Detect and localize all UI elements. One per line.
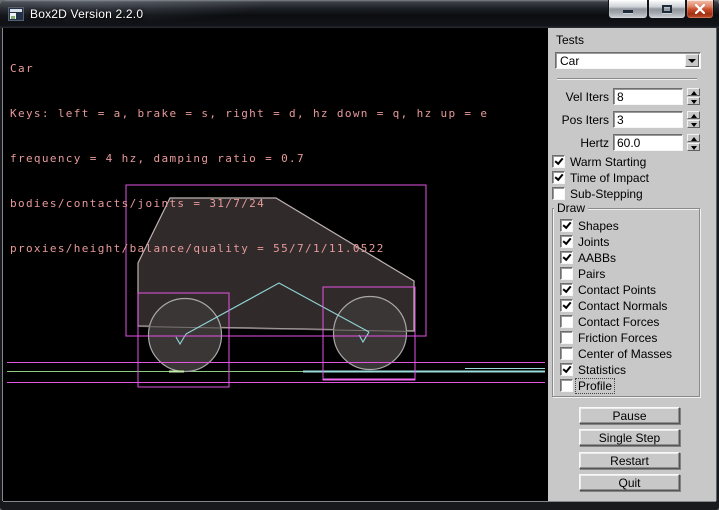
tests-dropdown[interactable]: Car (555, 52, 701, 69)
app-icon-titlebar (10, 9, 22, 12)
pos-iters-spinner-up[interactable] (687, 111, 700, 119)
checkbox-contact-forces[interactable]: Contact Forces (548, 315, 716, 329)
client-area: Car Keys: left = a, brake = s, right = d… (3, 28, 716, 501)
checkbox-box[interactable] (560, 267, 573, 280)
checkbox-box[interactable] (560, 347, 573, 360)
vel-iters-spinner (687, 88, 700, 105)
checkbox-label: Profile (576, 379, 614, 393)
quit-button[interactable]: Quit (579, 474, 680, 491)
pos-iters-label: Pos Iters (548, 113, 609, 127)
hertz-spinner (687, 134, 700, 151)
checkbox-label: Statistics (578, 363, 626, 377)
pos-iters-spinner (687, 111, 700, 128)
checkbox-box[interactable] (560, 363, 573, 376)
checkbox-box[interactable] (560, 379, 573, 392)
pos-iters-input[interactable] (613, 111, 683, 128)
hertz-label: Hertz (548, 136, 609, 150)
checkbox-center-of-masses[interactable]: Center of Masses (548, 347, 716, 361)
minimize-icon (623, 10, 633, 13)
window-title: Box2D Version 2.2.0 (30, 7, 143, 21)
close-icon (695, 4, 705, 14)
app-window: Box2D Version 2.2.0 (0, 0, 719, 510)
checkbox-label: Contact Normals (578, 299, 667, 313)
checkbox-box[interactable] (560, 299, 573, 312)
checkbox-label: Friction Forces (578, 331, 657, 345)
checkbox-contact-normals[interactable]: Contact Normals (548, 299, 716, 313)
checkbox-aabbs[interactable]: AABBs (548, 251, 716, 265)
restart-button[interactable]: Restart (579, 452, 680, 469)
checkbox-label: Warm Starting (570, 155, 646, 169)
maximize-icon (662, 5, 672, 13)
hertz-spinner-down[interactable] (687, 143, 700, 151)
checkbox-contact-points[interactable]: Contact Points (548, 283, 716, 297)
triangle-up-icon (691, 137, 697, 141)
hertz-input[interactable] (613, 134, 683, 151)
triangle-down-icon (691, 146, 697, 150)
tests-label: Tests (556, 33, 584, 47)
triangle-down-icon (691, 100, 697, 104)
checkbox-label: Joints (578, 235, 609, 249)
checkbox-warm-starting[interactable]: Warm Starting (548, 155, 716, 169)
hud-line-keys: Keys: left = a, brake = s, right = d, hz… (10, 106, 488, 121)
checkbox-label: AABBs (578, 251, 616, 265)
checkbox-label: Sub-Stepping (570, 187, 643, 201)
checkbox-sub-stepping[interactable]: Sub-Stepping (548, 187, 716, 201)
single-step-button[interactable]: Single Step (579, 429, 680, 446)
vel-iters-spinner-up[interactable] (687, 88, 700, 96)
hud-line-proxies: proxies/height/balance/quality = 55/7/1/… (10, 241, 488, 256)
hud-line-title: Car (10, 61, 488, 76)
checkbox-label: Time of Impact (570, 171, 649, 185)
hertz-spinner-up[interactable] (687, 134, 700, 142)
close-button[interactable] (686, 0, 714, 19)
control-panel: Tests Car Vel Iters Pos Iters (548, 28, 716, 501)
pause-button[interactable]: Pause (579, 407, 680, 424)
checkbox-box[interactable] (560, 219, 573, 232)
tests-dropdown-button[interactable] (685, 54, 699, 67)
checkbox-label: Contact Forces (578, 315, 659, 329)
checkbox-box[interactable] (552, 187, 565, 200)
tests-dropdown-value: Car (560, 54, 579, 68)
checkbox-label: Center of Masses (578, 347, 672, 361)
checkbox-shapes[interactable]: Shapes (548, 219, 716, 233)
checkbox-label: Pairs (578, 267, 605, 281)
app-icon-dot (11, 16, 15, 19)
checkbox-box[interactable] (560, 251, 573, 264)
title-bar[interactable]: Box2D Version 2.2.0 (0, 0, 719, 28)
checkbox-profile[interactable]: Profile (548, 379, 716, 393)
hud-text: Car Keys: left = a, brake = s, right = d… (10, 31, 488, 286)
app-icon[interactable] (8, 7, 24, 21)
hud-line-bodies: bodies/contacts/joints = 31/7/24 (10, 196, 488, 211)
checkbox-statistics[interactable]: Statistics (548, 363, 716, 377)
triangle-up-icon (691, 91, 697, 95)
vel-iters-input[interactable] (613, 88, 683, 105)
checkbox-time-of-impact[interactable]: Time of Impact (548, 171, 716, 185)
checkbox-box[interactable] (560, 315, 573, 328)
separator (557, 78, 697, 80)
chevron-down-icon (688, 59, 696, 63)
checkbox-friction-forces[interactable]: Friction Forces (548, 331, 716, 345)
minimize-button[interactable] (608, 0, 648, 19)
draw-group-label: Draw (554, 201, 588, 215)
checkbox-label: Contact Points (578, 283, 656, 297)
gl-canvas[interactable]: Car Keys: left = a, brake = s, right = d… (4, 28, 548, 501)
checkbox-box[interactable] (552, 171, 565, 184)
checkbox-pairs[interactable]: Pairs (548, 267, 716, 281)
car-wheel-front (334, 297, 407, 370)
triangle-down-icon (691, 123, 697, 127)
hud-line-frequency: frequency = 4 hz, damping ratio = 0.7 (10, 151, 488, 166)
triangle-up-icon (691, 114, 697, 118)
pos-iters-spinner-down[interactable] (687, 120, 700, 128)
vel-iters-spinner-down[interactable] (687, 97, 700, 105)
checkbox-joints[interactable]: Joints (548, 235, 716, 249)
checkbox-box[interactable] (552, 155, 565, 168)
checkbox-box[interactable] (560, 283, 573, 296)
checkbox-label: Shapes (578, 219, 619, 233)
checkbox-box[interactable] (560, 331, 573, 344)
vel-iters-label: Vel Iters (548, 90, 609, 104)
maximize-button[interactable] (648, 0, 686, 19)
checkbox-box[interactable] (560, 235, 573, 248)
